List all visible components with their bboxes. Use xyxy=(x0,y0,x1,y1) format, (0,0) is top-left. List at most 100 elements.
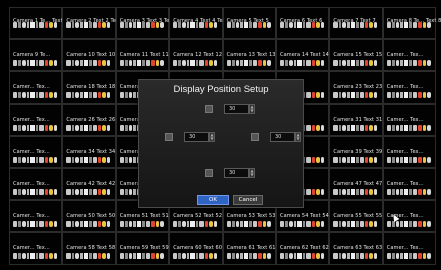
camera-tile[interactable]: Camera 13 Text 13 xyxy=(222,39,276,72)
status-icons xyxy=(66,253,111,260)
camera-tile[interactable]: Camera 58 Text 58 xyxy=(62,232,116,265)
camera-tile[interactable]: Camera 61 Text 61 xyxy=(222,232,276,265)
camera-tile[interactable]: Camera 39 Text 39 xyxy=(329,135,383,168)
bottom-spinner[interactable]: ▲ ▼ xyxy=(249,168,255,178)
camera-tile[interactable]: Camera 2 Text 2 Text 2 xyxy=(62,7,126,40)
top-value-field[interactable]: 30 xyxy=(224,104,249,114)
camera-label: Camera 26 Text 26 xyxy=(66,116,116,123)
camera-label: Camera 42 Text 42 xyxy=(66,181,116,187)
camera-label: Camera 13 Text 13 xyxy=(226,52,276,59)
camera-tile[interactable]: Camera 3 Text 3 Text 3 xyxy=(115,7,179,40)
camera-tile[interactable]: Camera 1 Te... Text 1 xyxy=(9,7,68,40)
camera-tile[interactable]: Camera 34 Text 34 xyxy=(62,135,116,168)
camera-label: Camer... Tex... xyxy=(13,213,50,220)
display-position-dialog: Display Position Setup 30 ▲ ▼ 30 ▲ ▼ 30 ▲ ▼… xyxy=(138,79,304,208)
camera-tile[interactable]: Camera 9 Te... xyxy=(9,39,63,72)
status-icons xyxy=(119,60,164,67)
camera-tile[interactable]: Camera 50 Text 50 xyxy=(62,200,116,233)
camera-tile[interactable]: Camer... Tex... xyxy=(382,168,437,201)
camera-tile[interactable]: Camera 55 Text 55 xyxy=(329,200,383,233)
camera-label: Camera 10 Text 10 xyxy=(66,52,116,59)
camera-tile[interactable]: Camer... Tex... xyxy=(9,200,63,233)
cancel-button[interactable]: Cancel xyxy=(233,195,263,205)
camera-tile[interactable]: Camera 60 Text 60 xyxy=(169,232,223,265)
camera-tile[interactable]: Camera 23 Text 23 xyxy=(329,71,383,104)
camera-tile[interactable]: Camera 18 Text 18 xyxy=(62,71,116,104)
camera-label: Camera 39 Text 39 xyxy=(333,148,383,155)
camera-tile[interactable]: Camer... Tex... xyxy=(382,103,437,136)
camera-label: Camer... Tex... xyxy=(386,245,424,252)
bottom-value-field[interactable]: 30 xyxy=(224,168,249,178)
left-spinner[interactable]: ▲ ▼ xyxy=(209,132,215,142)
camera-label: Camera 59 Text 59 xyxy=(119,245,169,252)
camera-tile[interactable]: Camera 11 Text 11 xyxy=(115,39,170,72)
status-icons xyxy=(13,253,57,260)
camera-tile[interactable]: Camera 63 Text 63 xyxy=(329,232,383,265)
status-icons xyxy=(119,253,164,260)
status-icons xyxy=(226,253,271,260)
ok-button[interactable]: OK xyxy=(197,195,229,205)
camera-tile[interactable]: Camer... Tex... xyxy=(382,135,437,168)
camera-tile[interactable]: Camer... Tex... xyxy=(382,232,437,265)
camera-label: Camera 53 Text 53 xyxy=(226,213,276,220)
left-handle-icon[interactable] xyxy=(165,133,173,141)
status-icons xyxy=(333,22,378,28)
camera-tile[interactable]: Camera 8 Te... Text 8 xyxy=(382,7,441,40)
status-icons xyxy=(13,124,57,131)
right-value-field[interactable]: 30 xyxy=(270,132,295,142)
right-spinner[interactable]: ▲ ▼ xyxy=(295,132,301,142)
camera-tile[interactable]: Camera 31 Text 31 xyxy=(329,103,383,136)
camera-tile[interactable]: Camera 47 Text 47 xyxy=(329,168,383,201)
status-icons xyxy=(280,253,324,260)
camera-label: Camera 52 Text 52 xyxy=(173,213,223,220)
camera-tile[interactable]: Camera 4 Text 4 Text 4 xyxy=(169,7,233,40)
status-icons xyxy=(226,221,271,228)
left-value-field[interactable]: 30 xyxy=(184,132,209,142)
camera-tile[interactable]: Camera 15 Text 15 xyxy=(329,39,383,72)
camera-label: Camer... Tex... xyxy=(13,245,50,252)
status-icons xyxy=(333,189,378,195)
camera-tile[interactable]: Camer... Tex... xyxy=(9,168,63,201)
bottom-handle-icon[interactable] xyxy=(205,169,213,177)
camera-label: Camera 58 Text 58 xyxy=(66,245,116,252)
status-icons xyxy=(173,22,218,28)
camera-tile[interactable]: Camera 12 Text 12 xyxy=(169,39,223,72)
top-spinner[interactable]: ▲ ▼ xyxy=(249,104,255,114)
camera-tile[interactable]: Camer... Tex... xyxy=(9,135,63,168)
camera-label: Camer... Tex... xyxy=(13,84,50,91)
status-icons xyxy=(13,60,57,67)
camera-tile[interactable]: Camera 7 Text 7 xyxy=(329,7,383,40)
camera-label: Camera 63 Text 63 xyxy=(333,245,383,252)
camera-tile[interactable]: Camera 6 Text 6 xyxy=(276,7,330,40)
status-icons xyxy=(119,22,164,28)
camera-tile[interactable]: Camera 42 Text 42 xyxy=(62,168,116,201)
status-icons xyxy=(66,189,111,195)
camera-tile[interactable]: Camera 26 Text 26 xyxy=(62,103,116,136)
status-icons xyxy=(13,189,57,195)
camera-tile[interactable]: Camer... Tex... xyxy=(382,71,437,104)
status-icons xyxy=(333,92,378,99)
right-handle-icon[interactable] xyxy=(251,133,259,141)
camera-tile[interactable]: Camera 62 Text 62 xyxy=(276,232,330,265)
camera-tile[interactable]: Camer... Tex... xyxy=(9,103,63,136)
status-icons xyxy=(280,221,324,228)
camera-tile[interactable]: Camera 59 Text 59 xyxy=(115,232,170,265)
camera-tile[interactable]: Camera 5 Text 5 xyxy=(222,7,276,40)
camera-label: Camera 55 Text 55 xyxy=(333,213,383,220)
status-icons xyxy=(66,124,111,131)
dialog-title: Display Position Setup xyxy=(173,84,269,95)
camera-label: Camera 50 Text 50 xyxy=(66,213,116,220)
camera-tile[interactable]: Camera 14 Text 14 xyxy=(276,39,330,72)
camera-tile[interactable]: Camer... Tex... xyxy=(9,71,63,104)
camera-tile[interactable]: Camer... Tex... xyxy=(9,232,63,265)
top-handle-icon[interactable] xyxy=(205,105,213,113)
camera-label: Camera 12 Text 12 xyxy=(173,52,223,59)
camera-label: Camera 62 Text 62 xyxy=(280,245,329,252)
status-icons xyxy=(13,156,57,163)
camera-label: Camer... Tex... xyxy=(386,116,424,123)
camera-tile[interactable]: Camera 10 Text 10 xyxy=(62,39,116,72)
status-icons xyxy=(333,124,378,131)
status-icons xyxy=(333,221,378,228)
status-icons xyxy=(226,22,271,28)
camera-tile[interactable]: Camer... Tex... xyxy=(382,39,437,72)
